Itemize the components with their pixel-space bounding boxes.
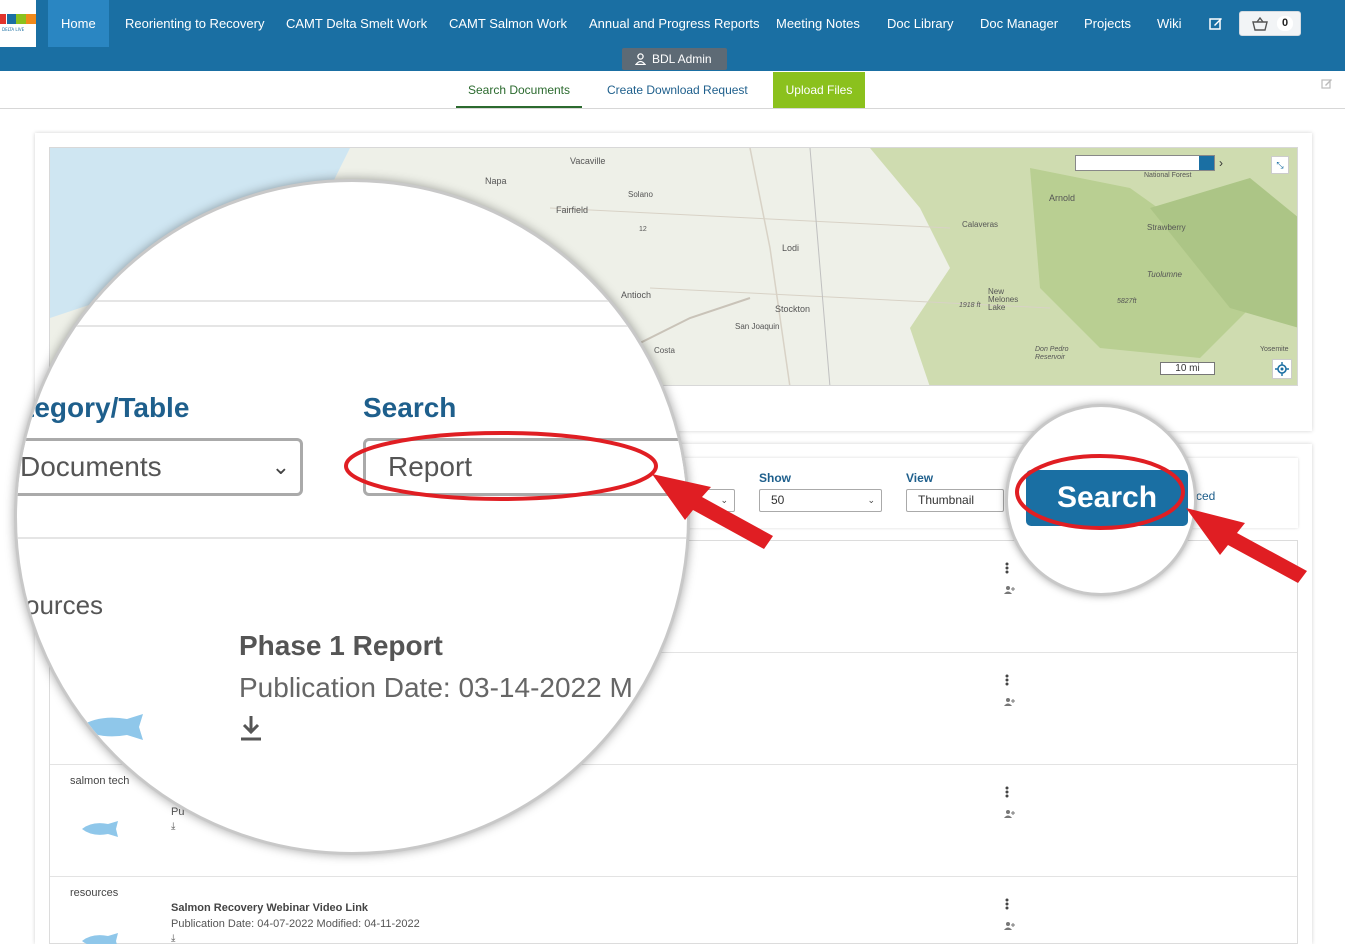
result-title[interactable]: Phase 1 Report [239, 630, 443, 662]
nav-wiki[interactable]: Wiki [1157, 0, 1182, 47]
result-meta: Publication Date: 04-07-2022 Modified: 0… [171, 918, 420, 930]
share-user-icon[interactable] [1004, 585, 1015, 595]
map-label: Calaveras [962, 220, 999, 229]
basket-icon [1252, 17, 1268, 31]
share-user-icon[interactable] [1004, 921, 1015, 931]
map-label: Don Pedro Reservoir [1035, 346, 1069, 361]
chevron-right-icon[interactable]: › [1219, 155, 1233, 171]
map-label: San Joaquin [735, 322, 780, 331]
search-button[interactable]: Search [1026, 470, 1188, 526]
share-user-icon[interactable] [1004, 697, 1015, 707]
nav-salmon[interactable]: CAMT Salmon Work [449, 0, 567, 47]
upload-files-button[interactable]: Upload Files [773, 72, 865, 108]
nav-doc-manager[interactable]: Doc Manager [980, 0, 1058, 47]
map-label: 5827ft [1117, 298, 1137, 305]
search-label: Search [363, 392, 457, 423]
view-select[interactable]: Thumbnail [906, 489, 1004, 512]
result-row[interactable]: resources Salmon Recovery Webinar Video … [50, 877, 1297, 944]
admin-label: BDL Admin [652, 52, 712, 66]
result-title[interactable]: Salmon Recovery Webinar Video Link [171, 902, 368, 914]
tab-create-download-request[interactable]: Create Download Request [607, 73, 748, 108]
download-icon[interactable]: ⤓ [171, 933, 175, 944]
result-category: resources [70, 887, 119, 899]
nav-meeting-notes[interactable]: Meeting Notes [776, 0, 860, 47]
sub-tabs: Search Documents Create Download Request [0, 71, 1345, 109]
search-input[interactable]: Report [363, 438, 687, 496]
download-icon[interactable]: ⤓ [171, 821, 175, 832]
magnifier-zoom-right: Search [1005, 404, 1197, 596]
divider [17, 537, 687, 539]
nav-projects[interactable]: Projects [1084, 0, 1131, 47]
nav-doc-library[interactable]: Doc Library [887, 0, 953, 47]
map-label: Lodi [782, 243, 800, 253]
map-label: New Melones Lake [988, 287, 1019, 312]
map-label: Solano [628, 190, 653, 199]
nav-reports[interactable]: Annual and Progress Reports [589, 0, 760, 47]
view-value: Thumbnail [918, 493, 975, 507]
map-search-input[interactable] [1075, 155, 1215, 171]
category-value: Documents [20, 451, 162, 482]
map-label: Stockton [775, 304, 811, 314]
map-label: Costa [654, 346, 675, 355]
fish-icon [82, 821, 118, 837]
map-label: 12 [639, 226, 647, 233]
edit-icon[interactable] [1209, 16, 1223, 30]
filter-select[interactable]: ⌄ [697, 489, 735, 512]
show-value: 50 [771, 493, 785, 507]
nav-delta-smelt[interactable]: CAMT Delta Smelt Work [286, 0, 427, 47]
expand-icon[interactable]: ⤡ [1271, 156, 1289, 174]
result-category: ources [25, 590, 104, 620]
chevron-down-icon: ⌄ [271, 454, 290, 479]
divider [17, 300, 687, 302]
map-label: Arnold [1049, 193, 1076, 203]
cart-button[interactable]: 0 [1239, 11, 1301, 36]
download-icon[interactable] [239, 714, 263, 742]
nav-home[interactable]: Home [48, 0, 109, 47]
more-options-icon[interactable] [1005, 673, 1009, 691]
fish-icon [82, 933, 118, 944]
result-category: salmon tech [70, 775, 130, 787]
map-label: Tuolumne [1147, 270, 1182, 279]
map-label: Strawberry [1147, 223, 1186, 232]
share-user-icon[interactable] [1004, 809, 1015, 819]
map-label: Napa [485, 176, 507, 186]
locate-icon[interactable] [1272, 359, 1292, 379]
magnifier-zoom-left: tegory/Table Documents ⌄ Search Report o… [14, 179, 690, 855]
admin-badge[interactable]: BDL Admin [622, 48, 727, 70]
chevron-down-icon: ⌄ [720, 495, 728, 505]
map-label: Vacaville [570, 156, 606, 166]
page: DELTA LIVE Home Reorienting to Recovery … [0, 0, 1345, 944]
map-label: Antioch [621, 290, 652, 300]
view-label: View [906, 471, 934, 485]
category-table-label: tegory/Table [25, 392, 190, 423]
map-scale: 10 mi [1160, 362, 1215, 375]
chevron-down-icon: ⌄ [867, 495, 875, 505]
top-navbar: DELTA LIVE Home Reorienting to Recovery … [0, 0, 1345, 71]
map-label: 1918 ft [959, 302, 981, 309]
show-select[interactable]: 50 ⌄ [759, 489, 882, 512]
nav-reorienting[interactable]: Reorienting to Recovery [125, 0, 264, 47]
fish-icon [79, 714, 143, 740]
cart-count: 0 [1277, 16, 1293, 31]
site-logo[interactable]: DELTA LIVE [0, 0, 36, 47]
edit-icon[interactable] [1321, 77, 1333, 89]
result-meta: Publication Date: 03-14-2022 M [239, 672, 633, 703]
divider [17, 325, 687, 327]
show-label: Show [759, 471, 791, 485]
search-value: Report [388, 451, 473, 482]
more-options-icon[interactable] [1005, 785, 1009, 803]
user-icon [635, 53, 646, 65]
more-options-icon[interactable] [1005, 561, 1009, 579]
tab-search-documents[interactable]: Search Documents [456, 73, 582, 108]
advanced-search-link[interactable]: ced [1196, 489, 1215, 503]
map-label: Fairfield [556, 205, 589, 215]
map-label: Yosemite [1260, 346, 1289, 353]
category-select[interactable]: Documents ⌄ [17, 438, 303, 496]
map-label: National Forest [1144, 172, 1192, 179]
more-options-icon[interactable] [1005, 897, 1009, 915]
map-search-button[interactable] [1199, 156, 1214, 170]
